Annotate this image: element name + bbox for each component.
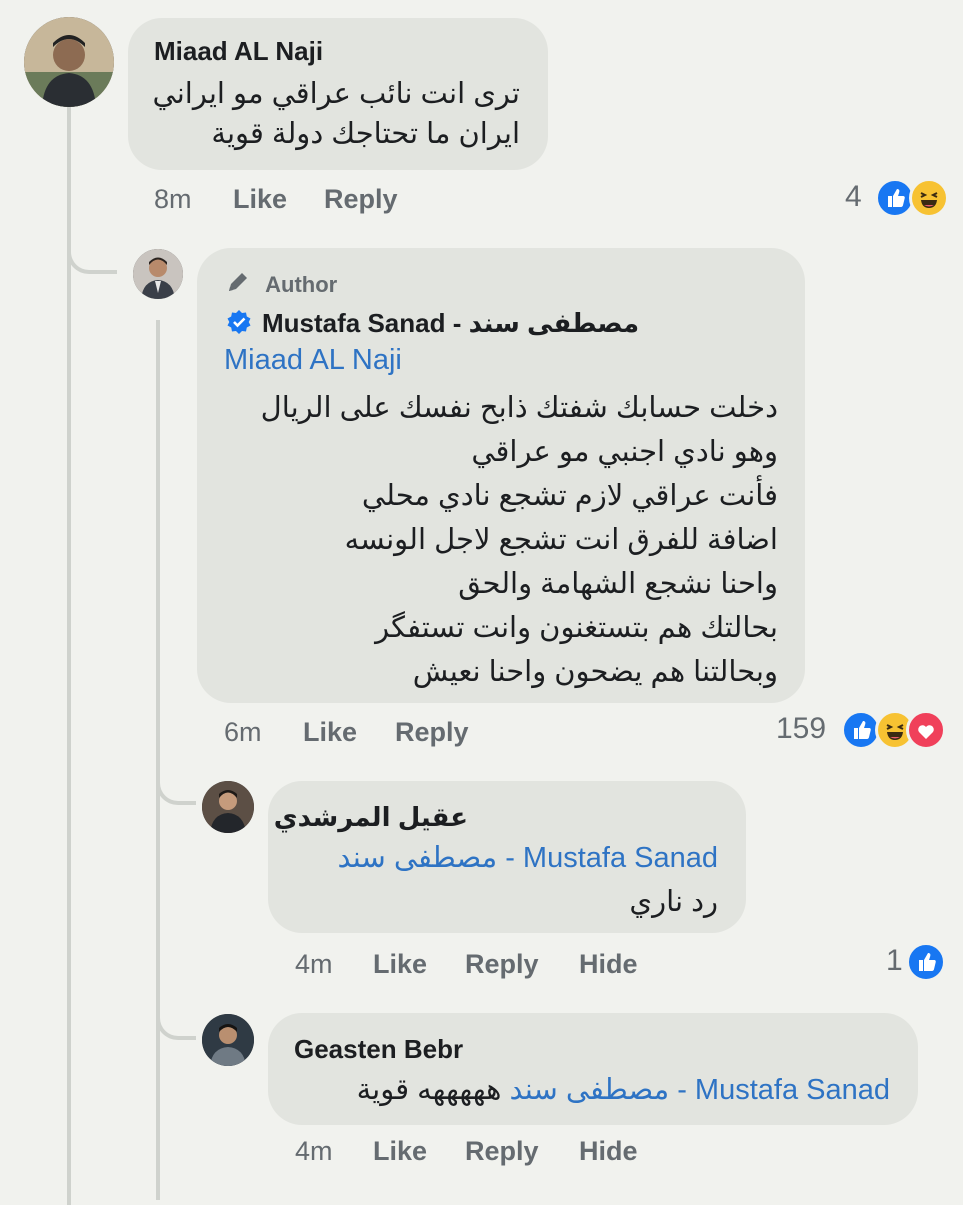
- timestamp[interactable]: 6m: [224, 717, 262, 748]
- like-button[interactable]: Like: [233, 184, 287, 215]
- reactions-summary[interactable]: 4: [845, 178, 955, 220]
- comment-text-line: اضافة للفرق انت تشجع لاجل الونسه: [344, 524, 778, 556]
- commenter-name[interactable]: Miaad AL Naji: [154, 36, 323, 67]
- mention-link[interactable]: Miaad AL Naji: [224, 344, 402, 377]
- avatar[interactable]: [202, 781, 254, 833]
- verified-badge-icon: [226, 309, 252, 335]
- reply-button[interactable]: Reply: [324, 184, 398, 215]
- thread-line-main: [67, 105, 71, 1205]
- reply-button[interactable]: Reply: [465, 949, 539, 980]
- thread-line-branch: [67, 238, 117, 274]
- comment-text-line: ايران ما تحتاجك دولة قوية: [211, 118, 520, 150]
- like-button[interactable]: Like: [373, 949, 427, 980]
- reaction-count: 1: [886, 944, 903, 977]
- like-reaction-icon: [906, 942, 946, 982]
- reply-button[interactable]: Reply: [395, 717, 469, 748]
- author-badge: Author: [225, 269, 337, 301]
- timestamp[interactable]: 8m: [154, 184, 192, 215]
- comment-bubble: [268, 1013, 918, 1125]
- reaction-count: 4: [845, 180, 862, 213]
- reply-button[interactable]: Reply: [465, 1136, 539, 1167]
- commenter-name[interactable]: Mustafa Sanad - مصطفى سند: [262, 308, 639, 339]
- reactions-summary[interactable]: 1: [886, 942, 956, 984]
- pencil-icon: [225, 269, 251, 301]
- commenter-name[interactable]: Geasten Bebr: [294, 1034, 463, 1065]
- timestamp[interactable]: 4m: [295, 949, 333, 980]
- comment-text-line: ترى انت نائب عراقي مو ايراني: [152, 78, 520, 110]
- comment-text: هههههه قوية: [356, 1074, 502, 1106]
- thread-line-branch-2: [156, 765, 196, 805]
- hide-button[interactable]: Hide: [579, 949, 638, 980]
- avatar[interactable]: [24, 17, 114, 107]
- comment-text-line: رد ناري: [629, 886, 718, 918]
- reaction-count: 159: [776, 712, 827, 745]
- comment-text-line: وهو نادي اجنبي مو عراقي: [471, 436, 778, 468]
- hide-button[interactable]: Hide: [579, 1136, 638, 1167]
- comment-text-line: بحالتك هم بتستغنون وانت تستفگر: [375, 612, 778, 644]
- comment-text-line: وبحالتنا هم يضحون واحنا نعيش: [412, 656, 778, 688]
- timestamp[interactable]: 4m: [295, 1136, 333, 1167]
- comment-text-line: واحنا نشجع الشهامة والحق: [458, 568, 778, 600]
- avatar[interactable]: [133, 249, 183, 299]
- reactions-summary[interactable]: 159: [776, 710, 946, 752]
- thread-line-sub: [156, 320, 160, 1200]
- thread-line-branch-3: [156, 1000, 196, 1040]
- love-reaction-icon: [906, 710, 946, 750]
- like-button[interactable]: Like: [373, 1136, 427, 1167]
- avatar[interactable]: [202, 1014, 254, 1066]
- commenter-name[interactable]: عقيل المرشدي: [274, 802, 468, 833]
- comment-text-line: فأنت عراقي لازم تشجع نادي محلي: [361, 480, 778, 512]
- mention-link[interactable]: Mustafa Sanad - مصطفى سند: [510, 1074, 891, 1106]
- haha-reaction-icon: [909, 178, 949, 218]
- like-button[interactable]: Like: [303, 717, 357, 748]
- comment-text-line: Mustafa Sanad - مصطفى سند هههههه قوية: [357, 1072, 890, 1107]
- comment-text-line: دخلت حسابك شفتك ذابح نفسك على الريال: [260, 392, 778, 424]
- mention-link[interactable]: Mustafa Sanad - مصطفى سند: [338, 840, 719, 875]
